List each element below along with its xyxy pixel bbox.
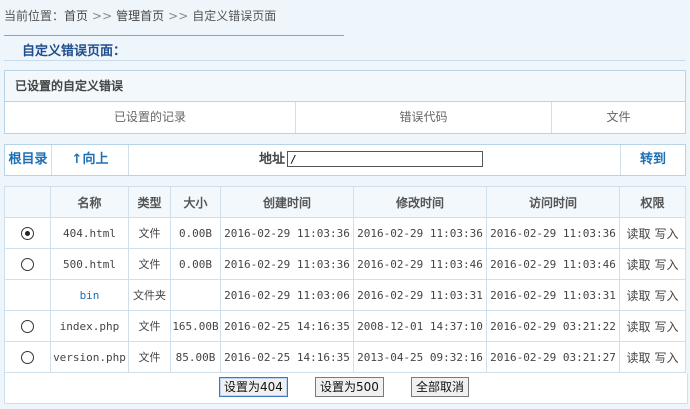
table-row: 404.html 文件 0.00B 2016-02-29 11:03:36 2016-0… <box>4 217 686 249</box>
write-link[interactable]: 写入 <box>655 258 679 272</box>
address-cell: 地址 <box>129 145 621 175</box>
table-row: index.php 文件 165.00B 2016-02-25 14:16:35 200… <box>4 310 686 342</box>
title-divider <box>4 35 344 36</box>
header-modified: 修改时间 <box>353 186 487 218</box>
write-link[interactable]: 写入 <box>655 351 679 365</box>
read-link[interactable]: 读取 <box>626 320 650 334</box>
row-select-cell <box>4 279 51 311</box>
breadcrumb: 当前位置：首页 >> 管理首页 >> 自定义错误页面 <box>4 7 276 24</box>
file-type: 文件 <box>128 341 171 373</box>
file-accessed: 2016-02-29 03:21:22 <box>486 310 620 342</box>
file-created: 2016-02-25 14:16:35 <box>220 341 354 373</box>
address-label: 地址 <box>259 152 286 167</box>
table-row: bin 文件夹 2016-02-29 11:03:06 2016-02-29 11:0… <box>4 279 686 311</box>
breadcrumb-home-link[interactable]: 首页 <box>64 9 88 23</box>
header-permissions: 权限 <box>619 186 686 218</box>
page-title: 自定义错误页面： <box>22 44 127 59</box>
column-file: 文件 <box>606 110 631 124</box>
row-select-radio[interactable] <box>21 226 34 240</box>
table-row: version.php 文件 85.00B 2016-02-25 14:16:35 20… <box>4 341 686 373</box>
column-error-code: 错误代码 <box>296 102 552 133</box>
file-permissions: 读取 写入 <box>619 279 686 311</box>
file-type: 文件 <box>128 248 171 280</box>
breadcrumb-separator: >> <box>168 9 189 23</box>
file-name: index.php <box>50 310 129 342</box>
header-type: 类型 <box>128 186 171 218</box>
file-type: 文件夹 <box>128 279 171 311</box>
custom-errors-panel: 已设置的自定义错误 已设置的记录 错误代码 文件 <box>4 70 686 134</box>
read-link[interactable]: 读取 <box>626 227 650 241</box>
file-size: 85.00B <box>170 341 221 373</box>
root-dir-link[interactable]: 根目录 <box>5 145 52 175</box>
action-button-row: 设置为404 设置为500 全部取消 <box>4 373 688 404</box>
file-size: 0.00B <box>170 248 221 280</box>
file-type: 文件 <box>128 217 171 249</box>
breadcrumb-current: 自定义错误页面 <box>192 9 277 23</box>
read-link[interactable]: 读取 <box>626 289 650 303</box>
file-modified: 2016-02-29 11:03:36 <box>353 217 487 249</box>
read-link[interactable]: 读取 <box>626 258 650 272</box>
file-name[interactable]: bin <box>50 279 129 311</box>
file-created: 2016-02-29 11:03:36 <box>220 217 354 249</box>
row-select-radio[interactable] <box>21 257 34 271</box>
divider <box>4 60 686 61</box>
table-row: 500.html 文件 0.00B 2016-02-29 11:03:36 2016-0… <box>4 248 686 280</box>
panel-title: 已设置的自定义错误 <box>5 71 685 102</box>
row-select-radio[interactable] <box>21 350 34 364</box>
file-size <box>170 279 221 311</box>
column-records: 已设置的记录 <box>5 102 296 133</box>
address-input[interactable] <box>287 151 483 167</box>
file-accessed: 2016-02-29 11:03:36 <box>486 217 620 249</box>
read-link[interactable]: 读取 <box>626 351 650 365</box>
file-name: version.php <box>50 341 129 373</box>
file-created: 2016-02-29 11:03:06 <box>220 279 354 311</box>
file-permissions: 读取 写入 <box>619 310 686 342</box>
file-permissions: 读取 写入 <box>619 248 686 280</box>
file-modified: 2013-04-25 09:32:16 <box>353 341 487 373</box>
go-link[interactable]: 转到 <box>621 145 685 175</box>
file-type: 文件 <box>128 310 171 342</box>
row-select-radio[interactable] <box>21 319 34 333</box>
header-created: 创建时间 <box>220 186 354 218</box>
file-name: 404.html <box>50 217 129 249</box>
file-table: 名称 类型 大小 创建时间 修改时间 访问时间 权限 404.html 文件 0.0… <box>4 186 686 373</box>
breadcrumb-prefix: 当前位置： <box>4 9 65 23</box>
cancel-all-button[interactable]: 全部取消 <box>411 377 470 397</box>
row-select-cell <box>4 341 51 373</box>
write-link[interactable]: 写入 <box>655 289 679 303</box>
row-select-cell <box>4 248 51 280</box>
table-header-row: 名称 类型 大小 创建时间 修改时间 访问时间 权限 <box>4 186 686 218</box>
breadcrumb-separator: >> <box>92 9 113 23</box>
file-size: 0.00B <box>170 217 221 249</box>
set-500-button[interactable]: 设置为500 <box>315 377 384 397</box>
file-accessed: 2016-02-29 03:21:27 <box>486 341 620 373</box>
file-name: 500.html <box>50 248 129 280</box>
write-link[interactable]: 写入 <box>655 320 679 334</box>
file-created: 2016-02-25 14:16:35 <box>220 310 354 342</box>
write-link[interactable]: 写入 <box>655 227 679 241</box>
file-navigation-bar: 根目录 ↑向上 地址 转到 <box>4 144 686 176</box>
file-modified: 2016-02-29 11:03:46 <box>353 248 487 280</box>
row-select-cell <box>4 310 51 342</box>
file-rows: 404.html 文件 0.00B 2016-02-29 11:03:36 2016-0… <box>4 217 686 373</box>
header-name: 名称 <box>50 186 129 218</box>
file-size: 165.00B <box>170 310 221 342</box>
file-permissions: 读取 写入 <box>619 217 686 249</box>
file-accessed: 2016-02-29 11:03:31 <box>486 279 620 311</box>
header-size: 大小 <box>170 186 221 218</box>
file-modified: 2008-12-01 14:37:10 <box>353 310 487 342</box>
up-dir-link[interactable]: ↑向上 <box>52 145 129 175</box>
panel-columns: 已设置的记录 错误代码 文件 <box>5 102 685 133</box>
file-permissions: 读取 写入 <box>619 341 686 373</box>
file-created: 2016-02-29 11:03:36 <box>220 248 354 280</box>
breadcrumb-admin-link[interactable]: 管理首页 <box>116 9 164 23</box>
row-select-cell <box>4 217 51 249</box>
header-select <box>4 186 51 218</box>
file-modified: 2016-02-29 11:03:31 <box>353 279 487 311</box>
header-accessed: 访问时间 <box>486 186 620 218</box>
file-accessed: 2016-02-29 11:03:46 <box>486 248 620 280</box>
set-404-button[interactable]: 设置为404 <box>219 377 288 397</box>
